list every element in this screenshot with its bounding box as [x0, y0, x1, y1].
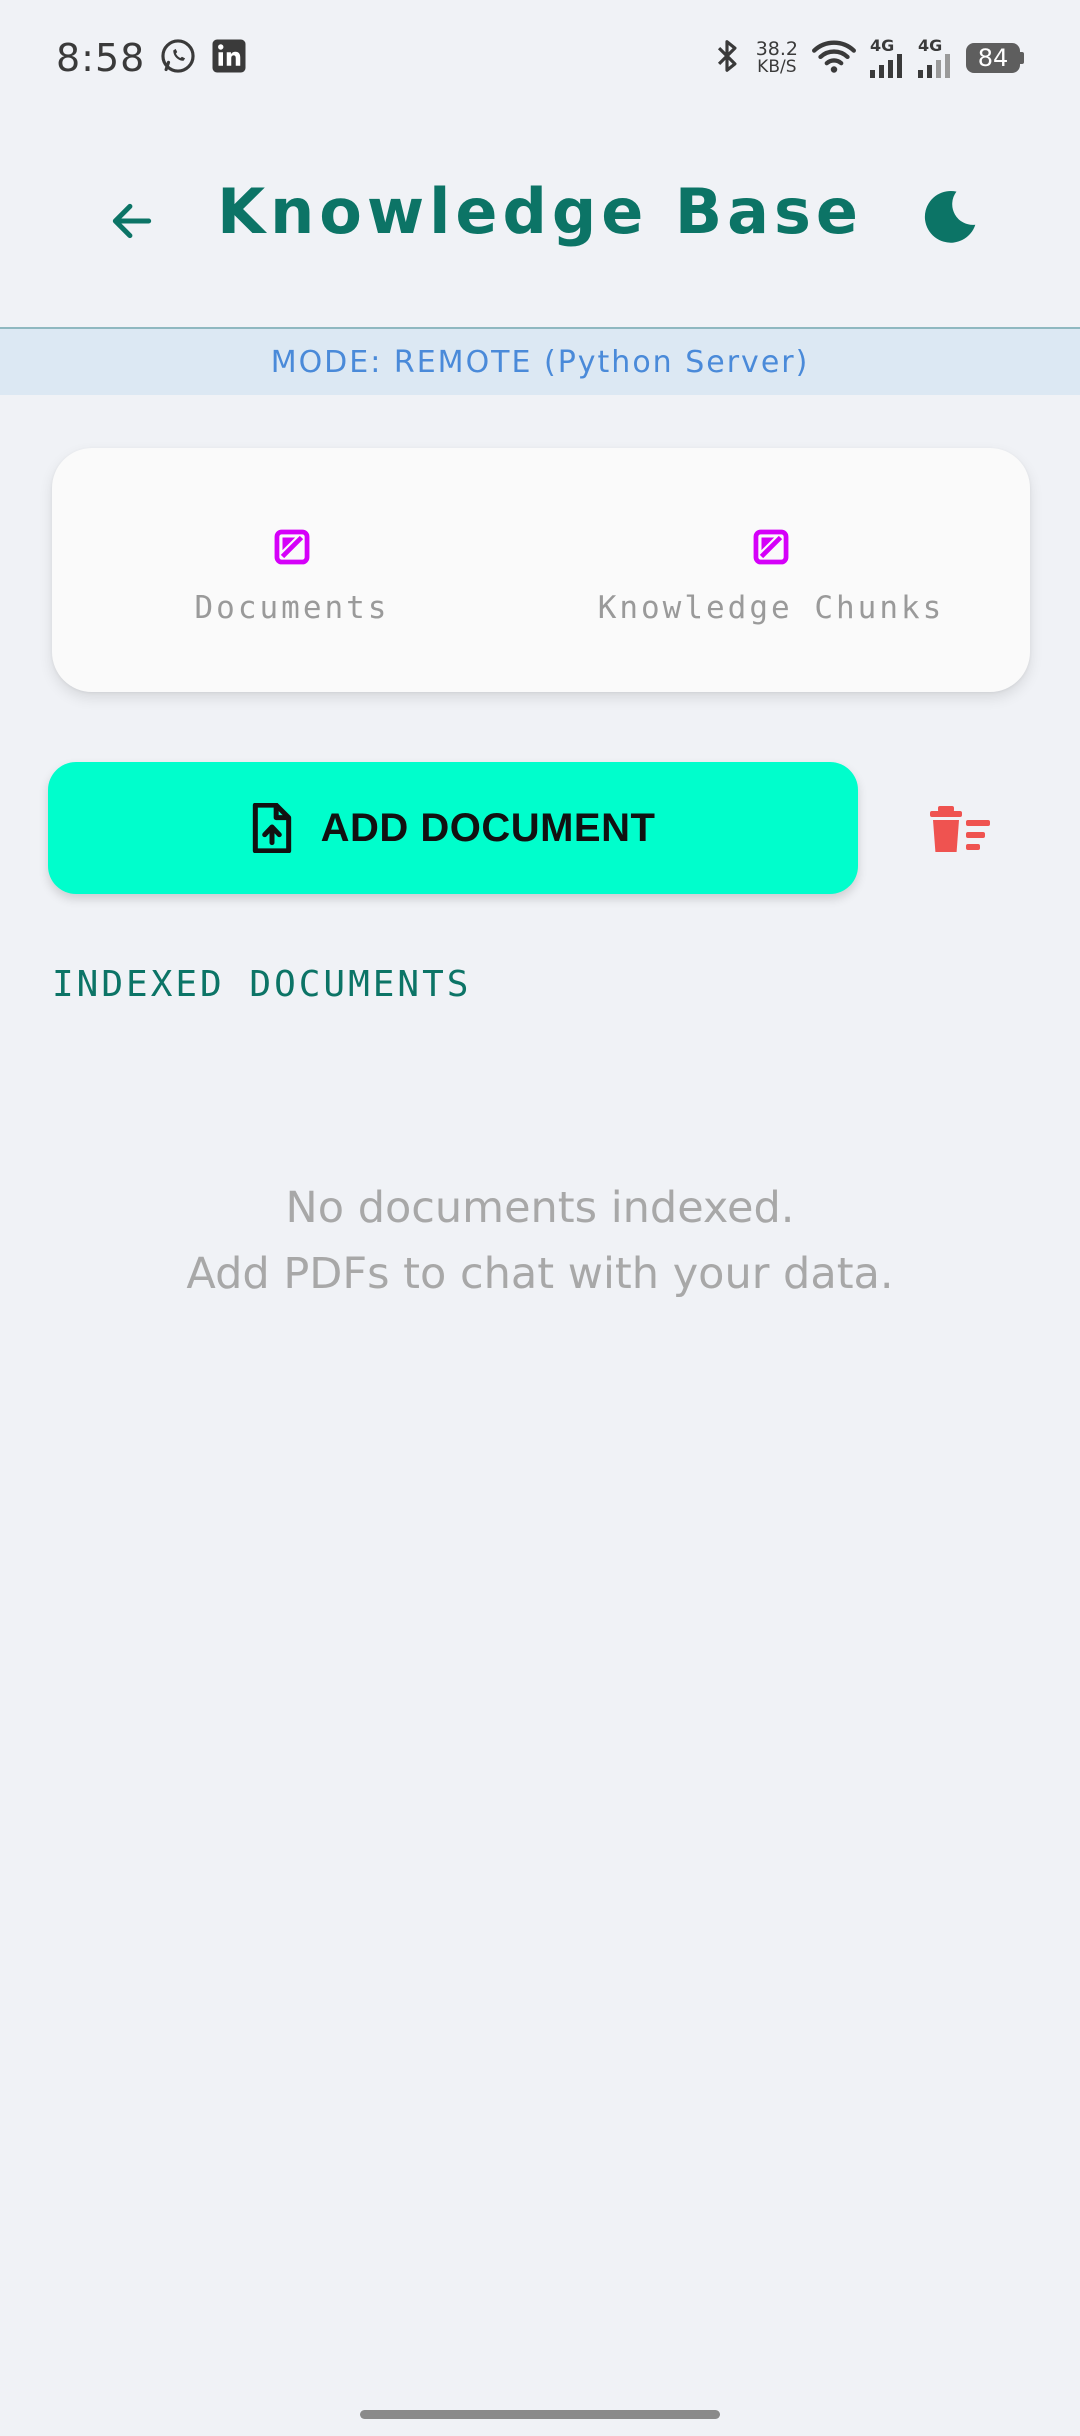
add-document-button[interactable]: ADD DOCUMENT [48, 762, 858, 894]
status-left: 8:58 [56, 36, 247, 80]
battery-icon: 84 [966, 42, 1024, 73]
network-speed-unit: KB/S [757, 56, 797, 77]
signal-icon: 4G [918, 35, 952, 78]
status-bar: 8:58 38.2 KB/S 4G 4G 84 [0, 0, 1080, 115]
bluetooth-icon [712, 37, 742, 79]
mode-banner: MODE: REMOTE (Python Server) [0, 329, 1080, 395]
file-upload-icon [252, 803, 291, 853]
battery-tip [1020, 51, 1024, 64]
stat-chunks-label: Knowledge Chunks [597, 590, 945, 626]
stat-knowledge-chunks: Knowledge Chunks [532, 528, 1010, 626]
sim1-network-type: 4G [870, 35, 895, 55]
status-right: 38.2 KB/S 4G 4G 84 [712, 37, 1024, 79]
add-document-label: ADD DOCUMENT [320, 805, 656, 850]
stat-documents: Documents [52, 528, 532, 626]
network-speed: 38.2 KB/S [755, 37, 798, 77]
indexed-documents-heading: INDEXED DOCUMENTS [52, 964, 472, 1005]
empty-state-line-2: Add PDFs to chat with your data. [186, 1249, 894, 1299]
battery-level: 84 [966, 42, 1020, 73]
signal-icon: 4G [870, 35, 904, 78]
home-indicator[interactable] [360, 2410, 720, 2419]
theme-toggle-button[interactable] [910, 177, 990, 257]
whatsapp-icon [159, 37, 197, 79]
wifi-icon [812, 38, 856, 78]
empty-state-line-1: No documents indexed. [285, 1183, 795, 1233]
sim2-network-type: 4G [918, 35, 943, 55]
network-speed-value: 38.2 [755, 37, 798, 60]
stat-documents-label: Documents [194, 590, 390, 626]
app-bar: Knowledge Base [0, 115, 1080, 327]
moon-icon [924, 191, 976, 243]
delete-sweep-icon [930, 806, 990, 852]
linkedin-icon [211, 38, 247, 78]
empty-state-message: No documents indexed. Add PDFs to chat w… [0, 1175, 1080, 1307]
broken-value-icon [753, 529, 789, 565]
stats-card: Documents Knowledge Chunks [52, 448, 1030, 692]
clear-all-button[interactable] [920, 790, 1000, 870]
knowledge-base-screen: 8:58 38.2 KB/S 4G 4G 84 Knowledge Base M… [0, 0, 1080, 2436]
broken-value-icon [274, 529, 310, 565]
status-time: 8:58 [56, 35, 146, 80]
